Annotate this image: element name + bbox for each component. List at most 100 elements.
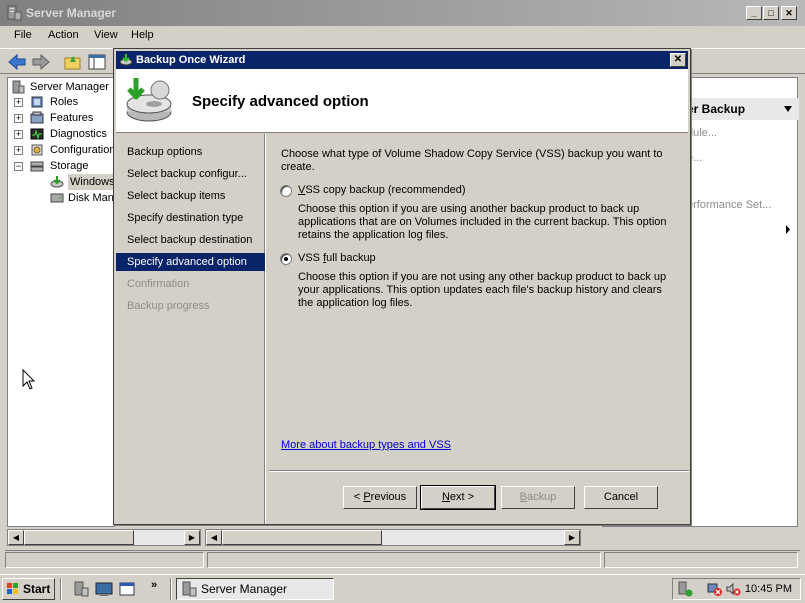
wizard-header: Specify advanced option: [116, 69, 688, 133]
scroll-right-icon[interactable]: ▶: [184, 530, 200, 545]
wizard-title-bar[interactable]: Backup Once Wizard ✕: [116, 51, 688, 69]
volume-muted-icon[interactable]: [725, 581, 741, 597]
step-backup-progress: Backup progress: [127, 300, 210, 312]
minimize-button[interactable]: _: [746, 6, 762, 20]
scroll-thumb[interactable]: [222, 530, 382, 545]
step-confirmation: Confirmation: [127, 278, 190, 290]
tree-item-diagnostics[interactable]: Diagnostics: [50, 126, 107, 142]
vss-prompt: Choose what type of Volume Shadow Copy S…: [281, 148, 663, 173]
backup-wizard-icon: [119, 54, 133, 66]
clock[interactable]: 10:45 PM: [745, 579, 792, 599]
expand-features-icon[interactable]: +: [14, 114, 23, 123]
expand-roles-icon[interactable]: +: [14, 98, 23, 107]
show-desktop-icon[interactable]: [95, 580, 113, 598]
vss-full-backup-label[interactable]: VSS full backup: [298, 252, 376, 265]
wizard-close-button[interactable]: ✕: [670, 53, 686, 67]
backup-button: Backup: [501, 486, 575, 509]
system-tray: 10:45 PM: [672, 578, 801, 600]
close-button[interactable]: ✕: [781, 6, 797, 20]
tree-horizontal-scrollbar[interactable]: ◀ ▶: [7, 529, 201, 546]
vss-copy-backup-label[interactable]: VSS copy backup (recommended): [298, 184, 466, 197]
menu-action[interactable]: Action: [48, 29, 79, 41]
vss-copy-backup-description: Choose this option if you are using anot…: [298, 203, 667, 241]
vss-copy-backup-radio[interactable]: [280, 185, 292, 197]
show-hide-tree-icon[interactable]: [86, 52, 108, 72]
cancel-button[interactable]: Cancel: [584, 486, 658, 509]
server-manager-task-icon: [182, 581, 197, 597]
roles-icon: [31, 96, 43, 108]
step-select-backup-items[interactable]: Select backup items: [116, 187, 265, 205]
wizard-step-list: Backup options Select backup configur...…: [116, 134, 265, 524]
step-select-backup-destination[interactable]: Select backup destination: [116, 231, 265, 249]
wizard-title: Backup Once Wizard: [136, 54, 246, 66]
tree-item-features[interactable]: Features: [50, 110, 93, 126]
taskbar-divider: [170, 578, 172, 600]
storage-icon: [30, 161, 44, 172]
explorer-icon[interactable]: [118, 580, 136, 598]
disk-management-icon: [50, 193, 64, 203]
step-specify-advanced-option[interactable]: Specify advanced option: [116, 253, 265, 271]
server-manager-node-icon: [12, 80, 25, 94]
backup-drive-icon: [126, 78, 172, 122]
scroll-left-icon[interactable]: ◀: [8, 530, 24, 545]
action-performance-settings[interactable]: erformance Set...: [687, 199, 771, 211]
collapse-storage-icon[interactable]: −: [14, 162, 23, 171]
more-about-backup-link[interactable]: More about backup types and VSS: [281, 439, 451, 451]
tree-item-configuration[interactable]: Configuration: [50, 142, 115, 158]
status-bar: [5, 550, 800, 568]
diagnostics-icon: [30, 128, 44, 140]
windows-logo-icon: [7, 583, 18, 594]
previous-button[interactable]: < Previous: [343, 486, 417, 509]
window-title: Server Manager: [26, 6, 117, 20]
menu-bar: File Action View Help: [0, 26, 805, 46]
taskbar-button-server-manager[interactable]: Server Manager: [176, 578, 334, 600]
collapse-arrow-icon[interactable]: [783, 105, 793, 113]
status-cell: [207, 552, 601, 568]
wizard-separator: [269, 470, 689, 472]
server-manager-icon: [7, 5, 22, 21]
configuration-icon: [31, 144, 43, 156]
up-folder-icon[interactable]: [62, 52, 84, 72]
wizard-content: Choose what type of Volume Shadow Copy S…: [266, 134, 688, 469]
vss-full-backup-description: Choose this option if you are not using …: [298, 271, 667, 309]
taskbar-divider: [60, 578, 62, 600]
content-horizontal-scrollbar[interactable]: ◀ ▶: [205, 529, 581, 546]
scroll-left-icon[interactable]: ◀: [206, 530, 222, 545]
vss-full-backup-radio[interactable]: [280, 253, 292, 265]
action-schedule[interactable]: dule...: [687, 127, 717, 139]
tree-item-roles[interactable]: Roles: [50, 94, 78, 110]
quicklaunch-overflow-icon[interactable]: »: [151, 579, 157, 591]
scroll-thumb[interactable]: [24, 530, 134, 545]
tree-item-server-manager[interactable]: Server Manager: [30, 79, 109, 95]
tree-item-storage[interactable]: Storage: [50, 158, 89, 174]
step-backup-options[interactable]: Backup options: [116, 143, 265, 161]
step-specify-destination-type[interactable]: Specify destination type: [116, 209, 265, 227]
submenu-arrow-icon[interactable]: [785, 225, 791, 234]
wizard-page-title: Specify advanced option: [192, 93, 369, 110]
maximize-button[interactable]: □: [763, 6, 779, 20]
network-disconnected-icon[interactable]: [707, 581, 723, 597]
server-manager-quicklaunch-icon[interactable]: [72, 580, 90, 598]
menu-help[interactable]: Help: [131, 29, 154, 41]
backup-once-wizard: Backup Once Wizard ✕ Specify advanced op…: [113, 48, 691, 525]
mouse-cursor-icon: [22, 369, 36, 390]
status-cell: [604, 552, 798, 568]
radio-selected-dot: [284, 257, 288, 261]
menu-view[interactable]: View: [94, 29, 118, 41]
back-arrow-icon[interactable]: [6, 52, 28, 72]
scroll-right-icon[interactable]: ▶: [564, 530, 580, 545]
status-cell: [5, 552, 204, 568]
windows-server-backup-icon: [50, 176, 64, 188]
step-select-backup-configuration[interactable]: Select backup configur...: [116, 165, 265, 183]
expand-diagnostics-icon[interactable]: +: [14, 130, 23, 139]
menu-file[interactable]: File: [14, 29, 32, 41]
console-tree: Server Manager + Roles + Features + Diag…: [7, 77, 192, 527]
forward-arrow-icon[interactable]: [30, 52, 52, 72]
expand-configuration-icon[interactable]: +: [14, 146, 23, 155]
main-title-bar[interactable]: Server Manager _ □ ✕: [0, 0, 805, 26]
next-button[interactable]: Next >: [420, 485, 496, 510]
server-status-tray-icon[interactable]: [677, 581, 693, 597]
features-icon: [30, 111, 44, 124]
start-button[interactable]: Start: [2, 578, 55, 600]
taskbar: Start » Server Manager 10:45 PM: [0, 574, 805, 603]
